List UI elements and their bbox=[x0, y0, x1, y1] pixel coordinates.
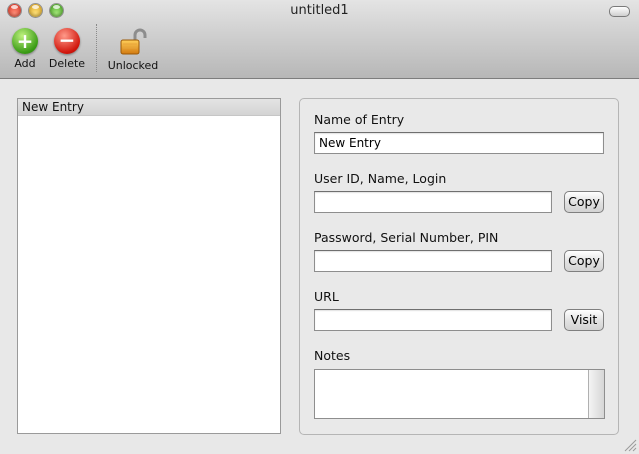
minus-icon: − bbox=[54, 28, 80, 54]
copy-userid-button[interactable]: Copy bbox=[564, 191, 604, 213]
resize-grip-icon[interactable] bbox=[624, 439, 637, 452]
name-field[interactable]: New Entry bbox=[314, 132, 604, 154]
app-window: untitled1 + Add − Delete Unlocked New En… bbox=[0, 0, 639, 454]
visit-url-button[interactable]: Visit bbox=[564, 309, 604, 331]
password-field[interactable] bbox=[314, 250, 552, 272]
userid-field[interactable] bbox=[314, 191, 552, 213]
window-title: untitled1 bbox=[290, 3, 349, 18]
copy-password-button[interactable]: Copy bbox=[564, 250, 604, 272]
lock-label: Unlocked bbox=[107, 59, 159, 72]
entry-details-panel: Name of Entry New Entry User ID, Name, L… bbox=[299, 98, 619, 435]
add-button[interactable]: + Add bbox=[10, 28, 40, 70]
userid-label: User ID, Name, Login bbox=[314, 171, 447, 186]
password-label: Password, Serial Number, PIN bbox=[314, 230, 499, 245]
notes-textarea[interactable] bbox=[314, 369, 605, 419]
toolbar-separator bbox=[96, 24, 97, 72]
url-field[interactable] bbox=[314, 309, 552, 331]
delete-button[interactable]: − Delete bbox=[48, 28, 86, 70]
window-toolbar: untitled1 + Add − Delete Unlocked bbox=[0, 0, 639, 79]
list-item[interactable]: New Entry bbox=[18, 99, 280, 116]
lock-button[interactable]: Unlocked bbox=[105, 28, 161, 72]
toolbar-toggle-icon[interactable] bbox=[609, 6, 630, 17]
entry-list[interactable]: New Entry bbox=[17, 98, 281, 434]
plus-icon: + bbox=[12, 28, 38, 54]
name-label: Name of Entry bbox=[314, 112, 405, 127]
notes-scrollbar[interactable] bbox=[588, 370, 604, 418]
delete-label: Delete bbox=[48, 57, 86, 70]
notes-label: Notes bbox=[314, 348, 351, 363]
add-label: Add bbox=[14, 57, 36, 70]
url-label: URL bbox=[314, 289, 339, 304]
open-padlock-icon bbox=[120, 28, 147, 55]
